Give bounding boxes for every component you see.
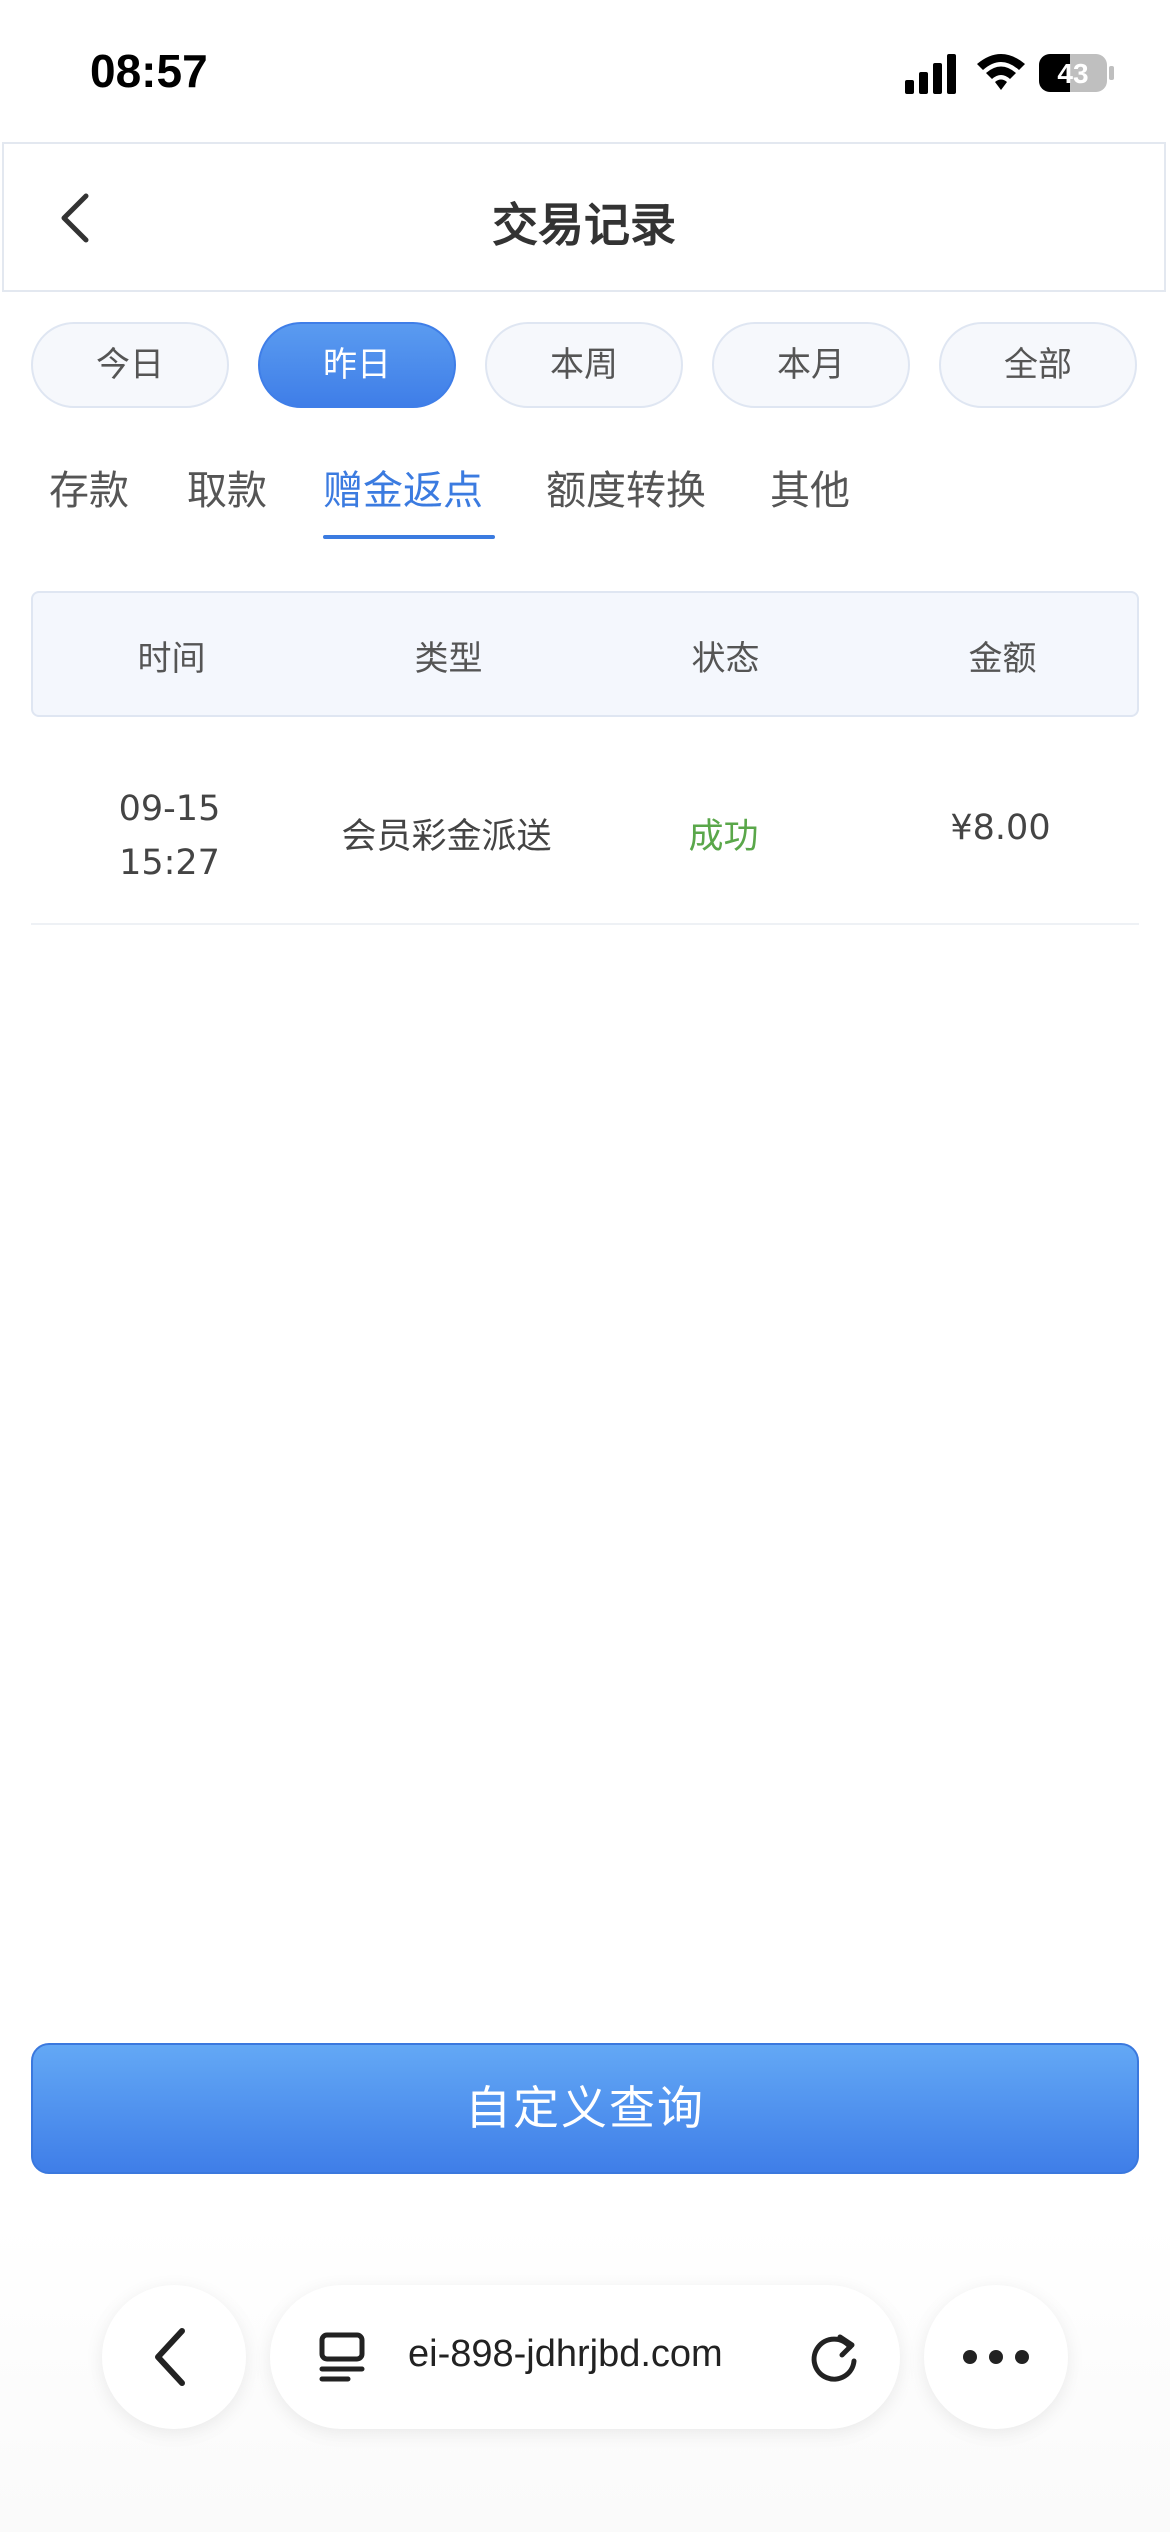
more-dots-icon — [963, 2350, 1029, 2364]
battery-icon: 43 — [1039, 54, 1114, 92]
column-header-amount: 金额 — [968, 639, 1037, 679]
tab-deposit[interactable]: 存款 — [49, 458, 129, 516]
active-tab-indicator — [323, 535, 495, 539]
row-type: 会员彩金派送 — [341, 817, 552, 857]
date-filter-all[interactable]: 全部 — [939, 322, 1137, 408]
row-time-cell: 09-15 15:27 — [31, 782, 308, 890]
column-header-type: 类型 — [414, 639, 483, 679]
tabs-list-icon[interactable] — [316, 2327, 376, 2387]
custom-query-button[interactable]: 自定义查询 — [31, 2043, 1139, 2174]
cellular-signal-icon — [905, 54, 956, 94]
column-header-status: 状态 — [691, 639, 760, 679]
browser-toolbar: ei-898-jdhrjbd.com — [0, 2220, 1170, 2532]
tab-withdraw[interactable]: 取款 — [187, 458, 267, 516]
table-header: 时间 类型 状态 金额 — [31, 591, 1139, 717]
date-filter-today[interactable]: 今日 — [31, 322, 229, 408]
wifi-icon — [977, 54, 1025, 90]
row-time: 15:27 — [119, 843, 220, 883]
page: 08:57 43 交易记录 今日 昨日 本周 本月 全部 存款 取款 赠金返点 … — [0, 0, 1170, 2532]
tab-credit-transfer[interactable]: 额度转换 — [546, 458, 706, 516]
browser-more-button[interactable] — [924, 2285, 1068, 2429]
date-filter-this-week[interactable]: 本周 — [485, 322, 683, 408]
row-status: 成功 — [688, 817, 759, 857]
address-bar[interactable]: ei-898-jdhrjbd.com — [270, 2285, 900, 2429]
status-bar: 08:57 43 — [0, 0, 1170, 140]
reload-icon[interactable] — [806, 2327, 866, 2387]
tab-bonus-rebate[interactable]: 赠金返点 — [323, 458, 483, 516]
status-time: 08:57 — [90, 45, 208, 97]
date-filter-this-month[interactable]: 本月 — [712, 322, 910, 408]
page-title: 交易记录 — [492, 198, 676, 252]
column-header-time: 时间 — [137, 639, 206, 679]
browser-back-button[interactable] — [102, 2285, 246, 2429]
tab-other[interactable]: 其他 — [770, 458, 850, 516]
battery-level: 43 — [1057, 58, 1088, 89]
table-row[interactable]: 09-15 15:27 会员彩金派送 成功 ¥8.00 — [31, 740, 1139, 925]
row-date: 09-15 — [118, 789, 221, 829]
nav-header: 交易记录 — [2, 142, 1166, 292]
row-amount: ¥8.00 — [950, 808, 1051, 848]
date-filter-yesterday[interactable]: 昨日 — [258, 322, 456, 408]
url-text[interactable]: ei-898-jdhrjbd.com — [408, 2333, 768, 2376]
back-arrow-icon — [155, 2328, 185, 2386]
